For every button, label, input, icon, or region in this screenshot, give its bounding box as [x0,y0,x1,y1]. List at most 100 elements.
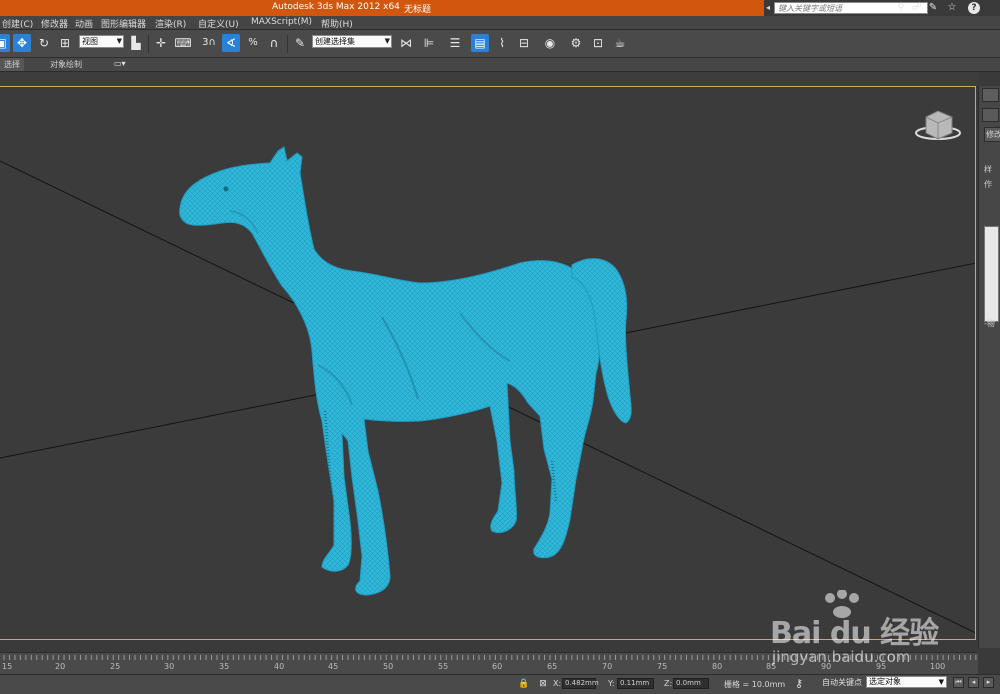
tick-label: 45 [328,662,339,671]
angle-snap-button[interactable]: ∢ [222,34,240,52]
snap-dimension-label: 3 [202,37,209,48]
y-coord-field[interactable]: 0.11mm [617,678,654,689]
tab-object-paint[interactable]: 对象绘制 [46,58,86,71]
render-setup-button[interactable]: ⚙ [567,34,585,52]
viewcube-icon[interactable] [915,110,961,140]
lock-icon[interactable]: 🔒 [518,678,530,690]
app-window: Autodesk 3ds Max 2012 x64 无标题 ◂ 键入关键字或短语… [0,0,1000,694]
spinner-snap-button[interactable]: ∩ [265,34,283,52]
modifier-stack-list[interactable] [984,226,999,322]
tick-label: 100 [930,662,946,671]
tick-label: 20 [55,662,66,671]
tick-label: 30 [164,662,175,671]
title-bar: Autodesk 3ds Max 2012 x64 无标题 ◂ 键入关键字或短语… [0,0,1000,16]
x-label: X: [553,679,562,688]
menu-rendering[interactable]: 渲染(R) [155,17,186,30]
z-label: Z: [664,679,673,688]
mirror-button[interactable]: ⋈ [397,34,415,52]
tick-label: 65 [547,662,558,671]
reference-coord-value: 视图 [82,37,98,46]
x-coord-field[interactable]: 0.482mm [562,678,599,689]
menu-modifiers[interactable]: 修改器 [41,17,68,30]
tick-label: 75 [657,662,668,671]
menu-graph-editors[interactable]: 图形编辑器 [101,17,146,30]
tick-label: 55 [438,662,449,671]
percent-snap-button[interactable]: % [244,34,262,52]
previous-frame-icon[interactable]: ◂ [968,677,979,688]
named-selection-set-value: 创建选择集 [315,37,355,46]
menu-bar: 创建(C) 修改器 动画 图形编辑器 渲染(R) 自定义(U) MAXScrip… [0,16,1000,30]
expand-arrow-icon[interactable]: ◂ [766,3,774,13]
absolute-mode-icon[interactable]: ⊠ [537,678,549,690]
tick-label: 80 [712,662,723,671]
pivot-center-button[interactable]: ▙ [127,34,145,52]
modifier-list-label[interactable]: 修改 [984,127,1000,142]
auto-key-button[interactable]: 自动关键点 [822,677,862,688]
panel-label: 样 [984,165,992,174]
chevron-down-icon: ▼ [116,37,122,45]
command-panel: 修改 样 作 -物 [978,86,1000,648]
key-filter-select[interactable]: 选定对象 ▼ [866,676,947,688]
tick-label: 25 [110,662,121,671]
select-scale-button[interactable]: ⊞ [56,34,74,52]
ribbon-options-icon[interactable]: ▭▾ [114,59,130,69]
rendered-frame-window-button[interactable]: ⊡ [589,34,607,52]
go-to-start-icon[interactable]: ⏮ [953,677,964,688]
tick-label: 85 [766,662,777,671]
star-icon[interactable]: ☆ [946,2,958,14]
viewport-header-strip [0,72,978,86]
ribbon-toggle-button[interactable]: ▤ [471,34,489,52]
status-bar: 🔒 ⊠ X: 0.482mm Y: 0.11mm Z: 0.0mm 栅格 = 1… [0,674,1000,694]
horse-eye [223,186,229,192]
edit-named-selection-button[interactable]: ✎ [291,34,309,52]
tick-label: 40 [274,662,285,671]
select-rotate-button[interactable]: ↻ [35,34,53,52]
grid-spacing-text: 栅格 = 10.0mm [724,680,786,689]
horse-mesh[interactable] [179,146,632,596]
named-selection-set-select[interactable]: 创建选择集 ▼ [312,35,392,48]
binoculars-icon[interactable]: ⚲ [895,2,907,14]
app-title: Autodesk 3ds Max 2012 x64 [272,2,400,12]
menu-animation[interactable]: 动画 [75,17,93,30]
ribbon-bar: 选择 对象绘制 ▭▾ [0,58,1000,72]
chevron-down-icon: ▼ [384,37,390,45]
keyboard-shortcut-button[interactable]: ⌨ [174,34,192,52]
timeline-ruler[interactable]: 15 20 25 30 35 40 45 50 55 60 65 70 75 8… [0,652,978,674]
document-title: 无标题 [404,5,432,15]
key-filter-value: 选定对象 [869,677,901,686]
menu-maxscript[interactable]: MAXScript(M) [251,17,312,27]
menu-create[interactable]: 创建(C) [2,17,33,30]
panel-button[interactable] [982,108,999,122]
ruler-ticks [3,655,977,660]
tick-label: 90 [821,662,832,671]
tab-selection[interactable]: 选择 [0,58,24,71]
play-icon[interactable]: ▸ [983,677,994,688]
help-icon[interactable]: ? [968,2,980,14]
community-icon[interactable]: ☍ [911,2,923,14]
schematic-view-button[interactable]: ⊟ [515,34,533,52]
tools-icon[interactable]: ✎ [927,2,939,14]
panel-label: 作 [984,180,992,189]
y-label: Y: [608,679,615,688]
select-manipulate-button[interactable]: ✛ [152,34,170,52]
menu-help[interactable]: 帮助(H) [321,17,353,30]
chevron-down-icon: ▼ [938,678,944,686]
menu-customize[interactable]: 自定义(U) [198,17,239,30]
infocenter: ◂ 键入关键字或短语 ⚲ ☍ ✎ ☆ ? [764,0,1000,16]
perspective-viewport[interactable] [0,86,976,640]
reference-coord-select[interactable]: 视图 ▼ [79,35,124,48]
key-icon[interactable]: ⚷ [795,677,817,691]
tick-label: 95 [876,662,887,671]
z-coord-field[interactable]: 0.0mm [673,678,709,689]
render-production-button[interactable]: ☕ [611,34,629,52]
create-panel-tab[interactable] [982,88,999,102]
tick-label: 70 [602,662,613,671]
layer-manager-button[interactable]: ☰ [446,34,464,52]
select-move-button[interactable]: ✥ [13,34,31,52]
material-editor-button[interactable]: ◉ [541,34,559,52]
snaps-toggle-button[interactable]: 3∩ [200,34,218,52]
align-button[interactable]: ⊫ [420,34,438,52]
viewport-canvas [0,110,975,634]
select-object-button[interactable]: ▣ [0,34,10,52]
curve-editor-button[interactable]: ⌇ [493,34,511,52]
